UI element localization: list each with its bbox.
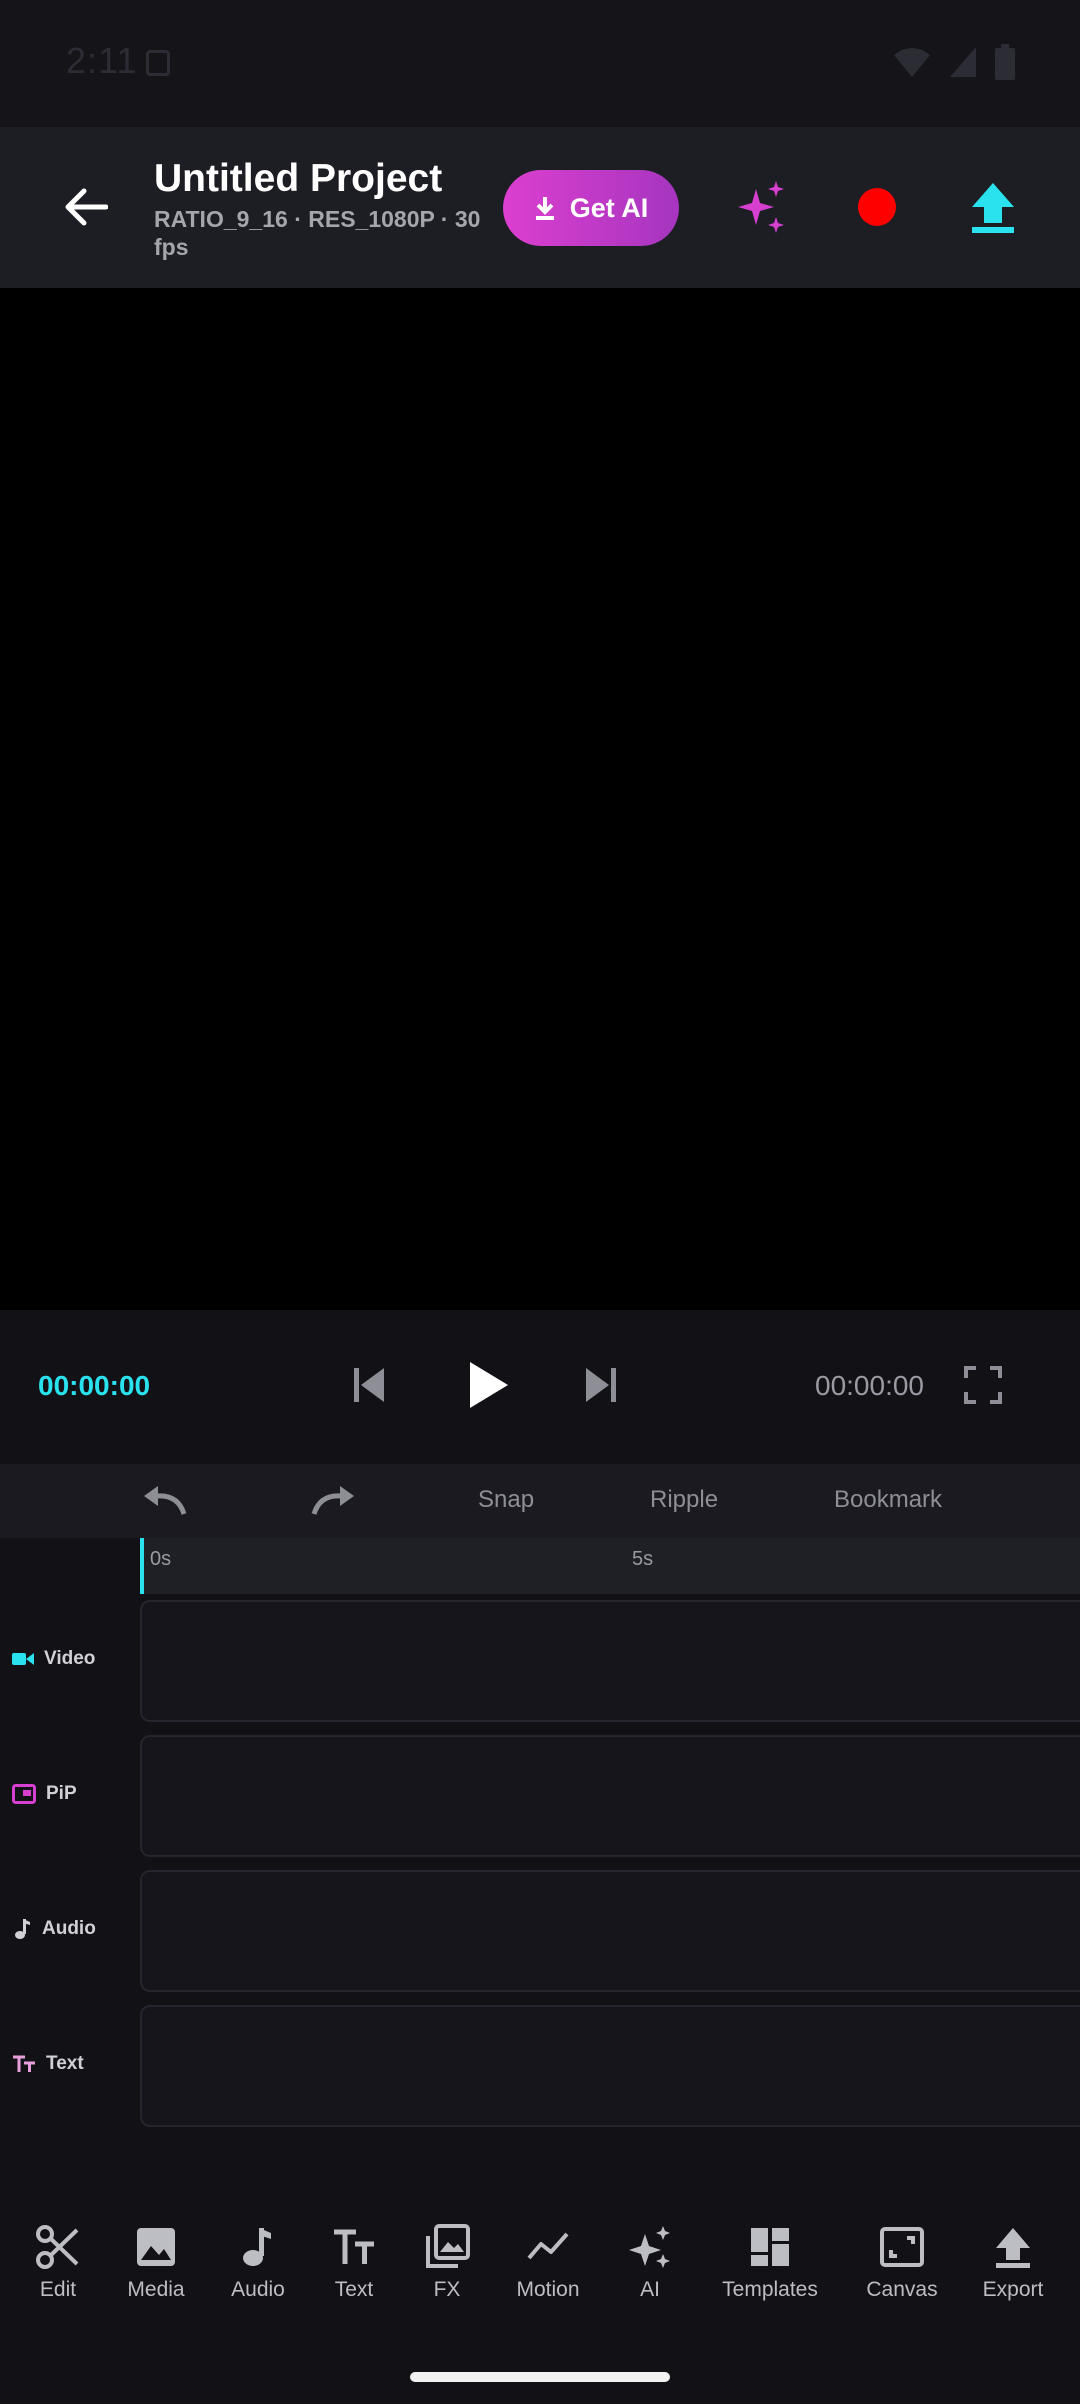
sparkle-icon (629, 2226, 670, 2268)
nav-export[interactable]: Export (958, 2224, 1068, 2302)
status-icons (892, 44, 1016, 80)
upload-icon (996, 2228, 1030, 2268)
image-icon (137, 2228, 175, 2266)
track-label-video: Video (12, 1648, 95, 1670)
nav-label: Export (982, 2278, 1044, 2301)
track-name: Text (46, 2053, 84, 2074)
skip-to-end-button[interactable] (584, 1366, 618, 1404)
nav-ai[interactable]: AI (595, 2224, 705, 2302)
nav-templates[interactable]: Templates (715, 2224, 825, 2302)
status-time: 2:11 (66, 40, 138, 81)
music-note-icon (15, 1919, 30, 1939)
nav-label: Audio (231, 2278, 285, 2301)
ruler-mark: 5s (632, 1548, 654, 1570)
text-icon (334, 2229, 374, 2264)
ripple-toggle[interactable]: Ripple (650, 1486, 718, 1514)
track-label-audio: Audio (12, 1918, 96, 1940)
nav-audio[interactable]: Audio (203, 2224, 313, 2302)
canvas-icon (880, 2227, 924, 2267)
total-time: 00:00:00 (815, 1370, 924, 1401)
templates-icon (751, 2228, 789, 2266)
track-lane-text[interactable] (140, 2005, 1080, 2127)
status-bar: 2:11 (0, 0, 1080, 127)
nav-label: Canvas (866, 2278, 938, 2301)
nav-label: Templates (722, 2278, 818, 2301)
current-time: 00:00:00 (38, 1370, 151, 1401)
nav-label: Media (127, 2278, 185, 2301)
record-button[interactable] (858, 188, 896, 226)
timeline-toolbar: Snap Ripple Bookmark (0, 1464, 1080, 1538)
project-subtitle: RATIO_9_16 · RES_1080P · 30 fps (154, 206, 481, 260)
track-label-pip: PiP (12, 1783, 77, 1805)
get-ai-label: Get AI (569, 192, 649, 223)
video-camera-icon (12, 1653, 34, 1665)
nav-label: Text (334, 2278, 374, 2301)
download-icon (535, 197, 554, 220)
track-lane-video[interactable] (140, 1600, 1080, 1722)
project-info: Untitled Project RATIO_9_16 · RES_1080P … (154, 157, 484, 261)
back-button[interactable] (56, 177, 116, 237)
project-title: Untitled Project (154, 157, 443, 200)
bottom-navigation: Edit Media Audio Text FX Motion AI Templ… (0, 2210, 1080, 2320)
home-indicator[interactable] (410, 2372, 670, 2382)
track-label-text: Text (12, 2053, 84, 2075)
nav-media[interactable]: Media (101, 2224, 211, 2302)
fx-icon (426, 2224, 470, 2268)
snap-toggle[interactable]: Snap (478, 1486, 534, 1514)
wifi-icon (894, 48, 930, 77)
nav-motion[interactable]: Motion (493, 2224, 603, 2302)
pip-icon (12, 1784, 36, 1804)
nav-canvas[interactable]: Canvas (847, 2224, 957, 2302)
ai-sparkle-button[interactable] (734, 179, 790, 235)
bookmark-button[interactable]: Bookmark (834, 1486, 942, 1514)
fullscreen-button[interactable] (964, 1366, 1002, 1404)
arrow-left-icon (65, 188, 108, 226)
nav-label: Motion (516, 2278, 580, 2301)
timeline-ruler[interactable]: 0s 5s (140, 1538, 1080, 1594)
skip-to-start-button[interactable] (352, 1366, 386, 1404)
playhead[interactable] (140, 1538, 144, 1594)
text-icon (13, 2055, 35, 2072)
nav-label: Edit (39, 2278, 77, 2301)
editor-header: Untitled Project RATIO_9_16 · RES_1080P … (0, 127, 1080, 288)
nav-edit[interactable]: Edit (3, 2224, 113, 2302)
nav-label: FX (433, 2278, 461, 2301)
battery-icon (995, 44, 1015, 80)
nav-label: AI (640, 2278, 660, 2301)
notification-icon (146, 50, 170, 76)
motion-icon (527, 2232, 569, 2260)
upload-button[interactable] (970, 181, 1016, 233)
track-lane-audio[interactable] (140, 1870, 1080, 1992)
video-preview[interactable] (0, 288, 1080, 1310)
track-lane-pip[interactable] (140, 1735, 1080, 1857)
track-name: Audio (42, 1918, 96, 1939)
play-button[interactable] (466, 1360, 510, 1410)
track-name: Video (44, 1648, 96, 1669)
redo-button[interactable] (310, 1484, 358, 1520)
playback-controls: 00:00:00 00:00:00 (0, 1310, 1080, 1464)
cellular-icon (950, 47, 976, 77)
get-ai-button[interactable]: Get AI (503, 170, 679, 246)
ruler-mark: 0s (150, 1548, 172, 1570)
nav-fx[interactable]: FX (392, 2224, 502, 2302)
scissors-icon (36, 2225, 79, 2269)
undo-button[interactable] (140, 1484, 188, 1520)
track-name: PiP (46, 1783, 77, 1804)
music-note-icon (243, 2228, 271, 2266)
